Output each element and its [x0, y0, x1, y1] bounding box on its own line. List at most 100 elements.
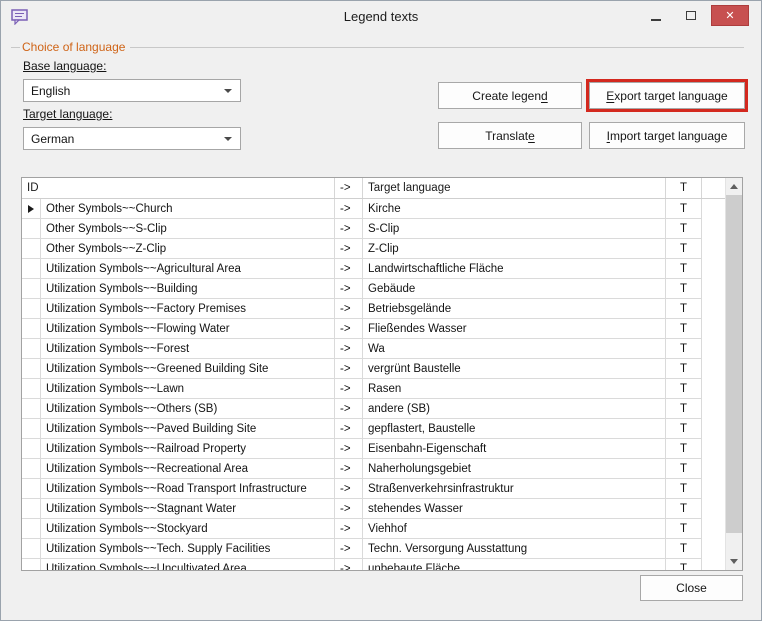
row-selector-cell[interactable]	[22, 299, 41, 318]
table-row[interactable]: Utilization Symbols~~Forest -> Wa T	[22, 339, 702, 359]
t-cell[interactable]: T	[666, 299, 702, 318]
t-cell[interactable]: T	[666, 339, 702, 358]
id-cell[interactable]: Utilization Symbols~~Factory Premises	[41, 299, 335, 318]
column-header-id[interactable]: ID	[22, 178, 335, 198]
row-selector-cell[interactable]	[22, 459, 41, 478]
arrow-cell[interactable]: ->	[335, 499, 363, 518]
row-selector-cell[interactable]	[22, 319, 41, 338]
target-language-cell[interactable]: Rasen	[363, 379, 666, 398]
t-cell[interactable]: T	[666, 279, 702, 298]
column-header-arrow[interactable]: ->	[335, 178, 363, 198]
t-cell[interactable]: T	[666, 359, 702, 378]
t-cell[interactable]: T	[666, 499, 702, 518]
id-cell[interactable]: Utilization Symbols~~Forest	[41, 339, 335, 358]
id-cell[interactable]: Utilization Symbols~~Agricultural Area	[41, 259, 335, 278]
table-row[interactable]: Other Symbols~~S-Clip -> S-Clip T	[22, 219, 702, 239]
arrow-cell[interactable]: ->	[335, 379, 363, 398]
id-cell[interactable]: Other Symbols~~Z-Clip	[41, 239, 335, 258]
table-row[interactable]: Utilization Symbols~~Flowing Water -> Fl…	[22, 319, 702, 339]
scroll-down-button[interactable]	[726, 553, 742, 570]
id-cell[interactable]: Utilization Symbols~~Stagnant Water	[41, 499, 335, 518]
row-selector-cell[interactable]	[22, 279, 41, 298]
id-cell[interactable]: Utilization Symbols~~Lawn	[41, 379, 335, 398]
arrow-cell[interactable]: ->	[335, 279, 363, 298]
create-legend-button[interactable]: Create legen d	[438, 82, 582, 109]
id-cell[interactable]: Utilization Symbols~~Greened Building Si…	[41, 359, 335, 378]
target-language-cell[interactable]: unbebaute Fläche	[363, 559, 666, 570]
t-cell[interactable]: T	[666, 319, 702, 338]
id-cell[interactable]: Utilization Symbols~~Railroad Property	[41, 439, 335, 458]
arrow-cell[interactable]: ->	[335, 559, 363, 570]
arrow-cell[interactable]: ->	[335, 259, 363, 278]
row-selector-cell[interactable]	[22, 339, 41, 358]
row-selector-cell[interactable]	[22, 259, 41, 278]
id-cell[interactable]: Utilization Symbols~~Building	[41, 279, 335, 298]
row-selector-cell[interactable]	[22, 379, 41, 398]
target-language-cell[interactable]: vergrünt Baustelle	[363, 359, 666, 378]
t-cell[interactable]: T	[666, 239, 702, 258]
table-row[interactable]: Utilization Symbols~~Stockyard -> Viehho…	[22, 519, 702, 539]
row-selector-cell[interactable]	[22, 479, 41, 498]
maximize-button[interactable]	[676, 5, 705, 26]
table-row[interactable]: Utilization Symbols~~Factory Premises ->…	[22, 299, 702, 319]
t-cell[interactable]: T	[666, 199, 702, 218]
arrow-cell[interactable]: ->	[335, 539, 363, 558]
base-language-select[interactable]: English	[23, 79, 241, 102]
target-language-cell[interactable]: Fließendes Wasser	[363, 319, 666, 338]
t-cell[interactable]: T	[666, 459, 702, 478]
arrow-cell[interactable]: ->	[335, 419, 363, 438]
scroll-up-button[interactable]	[726, 178, 742, 195]
row-selector-cell[interactable]	[22, 419, 41, 438]
target-language-select[interactable]: German	[23, 127, 241, 150]
row-selector-cell[interactable]	[22, 559, 41, 570]
table-row[interactable]: Utilization Symbols~~Paved Building Site…	[22, 419, 702, 439]
arrow-cell[interactable]: ->	[335, 519, 363, 538]
arrow-cell[interactable]: ->	[335, 459, 363, 478]
target-language-cell[interactable]: Eisenbahn-Eigenschaft	[363, 439, 666, 458]
row-selector-cell[interactable]	[22, 399, 41, 418]
table-row[interactable]: Utilization Symbols~~Agricultural Area -…	[22, 259, 702, 279]
table-row[interactable]: Utilization Symbols~~Recreational Area -…	[22, 459, 702, 479]
export-target-language-button[interactable]: Export target language	[586, 79, 748, 112]
arrow-cell[interactable]: ->	[335, 479, 363, 498]
id-cell[interactable]: Utilization Symbols~~Recreational Area	[41, 459, 335, 478]
t-cell[interactable]: T	[666, 419, 702, 438]
id-cell[interactable]: Utilization Symbols~~Others (SB)	[41, 399, 335, 418]
table-row[interactable]: Other Symbols~~Z-Clip -> Z-Clip T	[22, 239, 702, 259]
arrow-cell[interactable]: ->	[335, 399, 363, 418]
t-cell[interactable]: T	[666, 479, 702, 498]
t-cell[interactable]: T	[666, 519, 702, 538]
row-selector-cell[interactable]	[22, 539, 41, 558]
row-selector-cell[interactable]	[22, 499, 41, 518]
t-cell[interactable]: T	[666, 379, 702, 398]
row-selector-cell[interactable]	[22, 359, 41, 378]
target-language-cell[interactable]: S-Clip	[363, 219, 666, 238]
target-language-cell[interactable]: Z-Clip	[363, 239, 666, 258]
id-cell[interactable]: Other Symbols~~Church	[41, 199, 335, 218]
t-cell[interactable]: T	[666, 559, 702, 570]
row-selector-cell[interactable]	[22, 219, 41, 238]
target-language-cell[interactable]: andere (SB)	[363, 399, 666, 418]
table-row[interactable]: Utilization Symbols~~Tech. Supply Facili…	[22, 539, 702, 559]
id-cell[interactable]: Utilization Symbols~~Stockyard	[41, 519, 335, 538]
t-cell[interactable]: T	[666, 539, 702, 558]
table-row[interactable]: Utilization Symbols~~Stagnant Water -> s…	[22, 499, 702, 519]
table-row[interactable]: Utilization Symbols~~Others (SB) -> ande…	[22, 399, 702, 419]
row-selector-cell[interactable]	[22, 439, 41, 458]
table-row[interactable]: Utilization Symbols~~Road Transport Infr…	[22, 479, 702, 499]
arrow-cell[interactable]: ->	[335, 439, 363, 458]
translate-button[interactable]: Translat e	[438, 122, 582, 149]
row-selector-cell[interactable]	[22, 239, 41, 258]
id-cell[interactable]: Utilization Symbols~~Paved Building Site	[41, 419, 335, 438]
target-language-cell[interactable]: Viehhof	[363, 519, 666, 538]
target-language-cell[interactable]: stehendes Wasser	[363, 499, 666, 518]
arrow-cell[interactable]: ->	[335, 199, 363, 218]
row-selector-cell[interactable]	[22, 199, 41, 218]
t-cell[interactable]: T	[666, 439, 702, 458]
target-language-cell[interactable]: Kirche	[363, 199, 666, 218]
arrow-cell[interactable]: ->	[335, 359, 363, 378]
scrollbar-thumb[interactable]	[726, 195, 742, 533]
t-cell[interactable]: T	[666, 219, 702, 238]
id-cell[interactable]: Utilization Symbols~~Tech. Supply Facili…	[41, 539, 335, 558]
arrow-cell[interactable]: ->	[335, 319, 363, 338]
